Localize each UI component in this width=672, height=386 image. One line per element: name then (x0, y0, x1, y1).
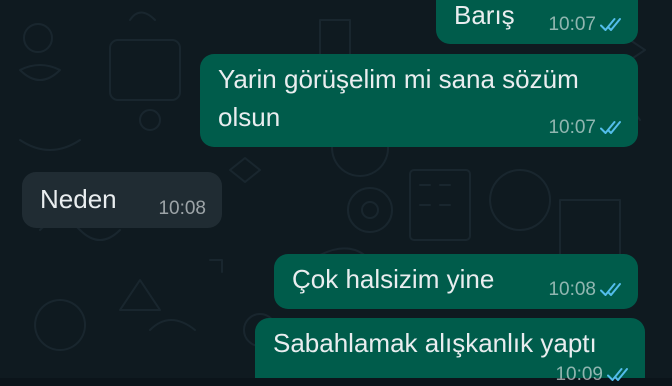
message-time: 10:07 (548, 117, 596, 138)
read-receipt-icon (600, 120, 626, 136)
message-meta: 10:08 (158, 198, 206, 220)
message-bubble-incoming[interactable]: Neden 10:08 (22, 172, 222, 228)
message-time: 10:07 (548, 14, 596, 35)
message-meta: 10:07 (548, 117, 626, 139)
message-bubble-outgoing[interactable]: Yarin görüşelim mi sana sözüm olsun 10:0… (200, 54, 638, 147)
message-meta: 10:08 (548, 279, 626, 301)
read-receipt-icon (607, 367, 633, 383)
message-bubble-outgoing[interactable]: Sabahlamak alışkanlık yaptı 10:09 (255, 318, 645, 385)
read-receipt-icon (600, 17, 626, 33)
message-bubble-outgoing[interactable]: Çok halsizim yine 10:08 (274, 254, 638, 309)
message-time: 10:08 (548, 279, 596, 300)
message-meta: 10:09 (555, 364, 633, 386)
message-bubble-outgoing[interactable]: Barış 10:07 (436, 0, 638, 44)
message-text: Sabahlamak alışkanlık yaptı (273, 328, 597, 358)
message-time: 10:09 (555, 364, 603, 385)
message-meta: 10:07 (548, 14, 626, 36)
message-text: Neden (40, 184, 117, 214)
message-time: 10:08 (158, 198, 206, 219)
read-receipt-icon (600, 282, 626, 298)
message-text: Çok halsizim yine (292, 264, 495, 294)
message-text: Barış (454, 0, 515, 30)
